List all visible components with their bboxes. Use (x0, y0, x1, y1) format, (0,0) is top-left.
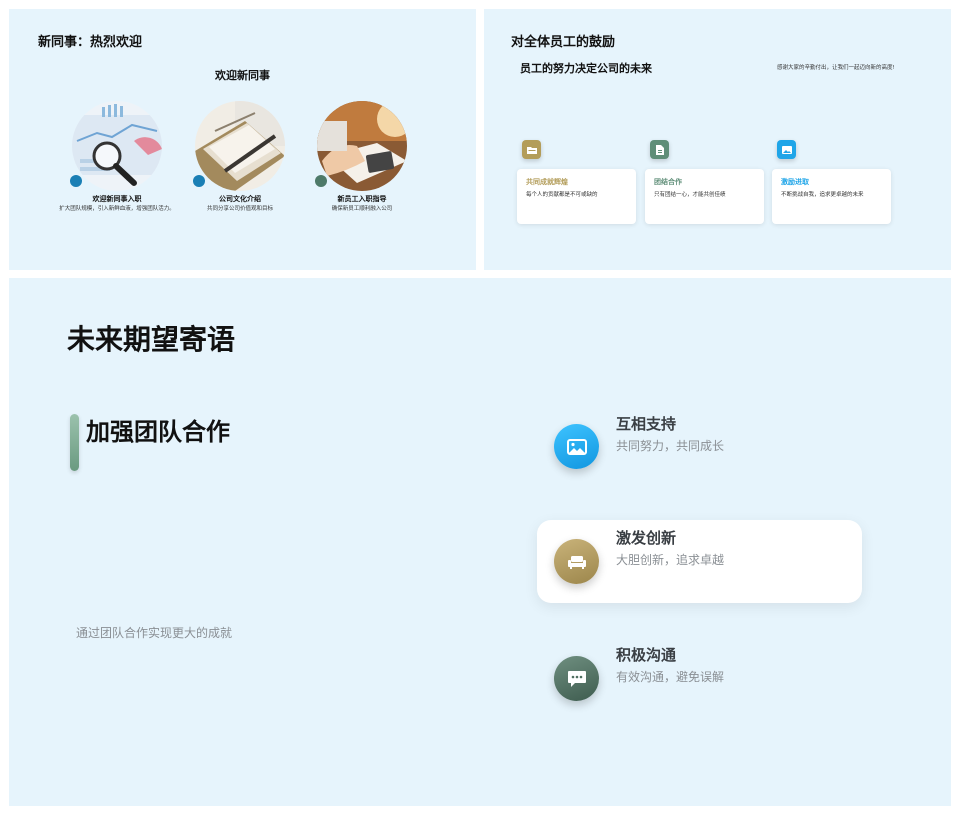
folder-icon (522, 140, 541, 159)
card-desc: 不断挑战自我，追求更卓越的未来 (781, 192, 864, 198)
card-desc: 确保新员工顺利融入公司 (331, 206, 393, 212)
card-desc: 共同分享公司价值观和目标 (206, 206, 273, 212)
chat-icon (554, 656, 599, 701)
image-icon (777, 140, 796, 159)
slide-title: 新同事：热烈欢迎 (38, 35, 143, 50)
slide-subtitle: 欢迎新同事 (215, 69, 270, 82)
card-title: 团结合作 (654, 178, 682, 186)
accent-dot (315, 175, 327, 187)
accent-dot (70, 175, 82, 187)
card-desc: 扩大团队规模，引入新鲜血液，增强团队活力。 (59, 206, 175, 212)
culture-card: 公司文化介绍 共同分享公司价值观和目标 (180, 101, 300, 214)
item-title: 互相支持 (616, 415, 677, 433)
welcome-card: 欢迎新同事入职 扩大团队规模，引入新鲜血液，增强团队活力。 (57, 101, 177, 214)
motivation-card: 激励进取 不断挑战自我，追求更卓越的未来 (772, 169, 891, 224)
slogan-text: 通过团队合作实现更大的成就 (76, 626, 233, 640)
item-title: 激发创新 (616, 529, 677, 547)
item-desc: 共同努力，共同成长 (616, 439, 725, 453)
card-title: 公司文化介绍 (219, 195, 261, 203)
item-desc: 大胆创新，追求卓越 (616, 553, 725, 567)
image-icon (554, 424, 599, 469)
thanks-note: 感谢大家的辛勤付出，让我们一起迈向新的高度! (777, 65, 895, 71)
card-title: 新员工入职指导 (337, 195, 387, 203)
card-title: 共同成就辉煌 (526, 178, 568, 186)
card-title: 欢迎新同事入职 (92, 195, 142, 203)
slide-title: 对全体员工的鼓励 (511, 35, 616, 50)
card-desc: 只有团结一心，才能共创佳绩 (654, 192, 726, 198)
card-title: 激励进取 (781, 178, 809, 186)
slide-welcome: 新同事：热烈欢迎 欢迎新同事 欢迎新同事入职 扩大团队规模，引入新鲜血液，增强团… (9, 9, 476, 270)
sofa-icon (554, 539, 599, 584)
slide-encouragement: 对全体员工的鼓励 员工的努力决定公司的未来 感谢大家的辛勤付出，让我们一起迈向新… (484, 9, 951, 270)
notebooks-photo (195, 101, 285, 191)
accent-bar (70, 414, 79, 471)
accent-dot (193, 175, 205, 187)
document-icon (650, 140, 669, 159)
slide-subtitle: 员工的努力决定公司的未来 (520, 62, 652, 75)
slide-title: 未来期望寄语 (67, 323, 236, 356)
card-desc: 每个人的贡献都是不可或缺的 (526, 192, 598, 198)
item-desc: 有效沟通，避免误解 (616, 670, 725, 684)
achievement-card: 共同成就辉煌 每个人的贡献都是不可或缺的 (517, 169, 636, 224)
teamwork-card: 团结合作 只有团结一心，才能共创佳绩 (645, 169, 764, 224)
slide-future-expectations: 未来期望寄语 加强团队合作 通过团队合作实现更大的成就 互相支持 共同努力，共同… (9, 278, 951, 806)
section-heading: 加强团队合作 (86, 418, 230, 446)
magnifier-chart-photo (72, 101, 162, 191)
calculator-photo (317, 101, 407, 191)
guide-card: 新员工入职指导 确保新员工顺利融入公司 (302, 101, 422, 214)
item-title: 积极沟通 (616, 646, 677, 664)
